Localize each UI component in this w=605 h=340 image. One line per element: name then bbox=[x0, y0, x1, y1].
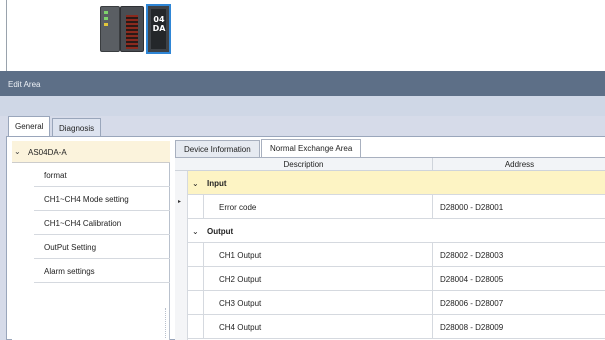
table-row[interactable]: CH3 Output D28006 - D28007 bbox=[188, 291, 605, 315]
edit-area-title: Edit Area bbox=[0, 71, 605, 96]
settings-tree: ⌄ AS04DA-A format CH1~CH4 Mode setting C… bbox=[12, 141, 170, 340]
cell-description: CH3 Output bbox=[203, 291, 433, 315]
cell-description: CH2 Output bbox=[203, 267, 433, 291]
tab-normal-exchange-area[interactable]: Normal Exchange Area bbox=[261, 139, 362, 158]
column-header-address[interactable]: Address bbox=[433, 158, 605, 171]
table-row[interactable]: CH1 Output D28002 - D28003 bbox=[188, 243, 605, 267]
collapse-chevron-icon[interactable]: ⌄ bbox=[192, 227, 199, 236]
status-led-icon bbox=[104, 17, 108, 20]
tree-item-format[interactable]: format bbox=[34, 163, 170, 187]
cell-description: Error code bbox=[203, 195, 433, 219]
table-row[interactable]: CH2 Output D28004 - D28005 bbox=[188, 267, 605, 291]
exchange-area-grid: Description Address ▸ ⌄ Input Error code… bbox=[175, 157, 605, 340]
collapse-chevron-icon[interactable]: ⌄ bbox=[14, 147, 21, 156]
tree-root-label: AS04DA-A bbox=[28, 148, 67, 157]
io-module[interactable] bbox=[120, 6, 144, 52]
cell-address: D28002 - D28003 bbox=[440, 251, 504, 260]
tree-item-output-setting[interactable]: OutPut Setting bbox=[34, 235, 170, 259]
table-row[interactable]: Error code D28000 - D28001 bbox=[188, 195, 605, 219]
cell-address: D28008 - D28009 bbox=[440, 323, 504, 332]
cell-address: D28004 - D28005 bbox=[440, 275, 504, 284]
group-title: Output bbox=[207, 227, 234, 236]
group-title: Input bbox=[207, 179, 227, 188]
selected-module-as04da[interactable]: 04 DA bbox=[146, 4, 171, 54]
tab-diagnosis[interactable]: Diagnosis bbox=[52, 118, 102, 137]
tab-device-information[interactable]: Device Information bbox=[175, 140, 260, 158]
edit-area: Edit Area General Diagnosis ⌄ AS04DA-A f… bbox=[0, 71, 605, 340]
cpu-module[interactable] bbox=[100, 6, 120, 52]
tab-general[interactable]: General bbox=[8, 116, 51, 137]
status-led-icon bbox=[104, 23, 108, 26]
cell-address: D28006 - D28007 bbox=[440, 299, 504, 308]
module-label-line-1: 04 bbox=[153, 15, 165, 24]
general-panel: ⌄ AS04DA-A format CH1~CH4 Mode setting C… bbox=[6, 136, 605, 340]
module-label-line-2: DA bbox=[152, 24, 166, 33]
tree-item-alarm-settings[interactable]: Alarm settings bbox=[34, 259, 170, 283]
hardware-canvas: 04 DA bbox=[0, 0, 605, 71]
status-led-icon bbox=[104, 11, 108, 14]
tree-item-calibration[interactable]: CH1~CH4 Calibration bbox=[34, 211, 170, 235]
canvas-left-panel bbox=[0, 0, 7, 71]
cell-description: CH1 Output bbox=[203, 243, 433, 267]
edit-area-toolbar-strip bbox=[0, 96, 605, 116]
row-header-column bbox=[175, 171, 188, 340]
cell-address: D28000 - D28001 bbox=[440, 203, 504, 212]
group-row-output[interactable]: ⌄ Output bbox=[188, 219, 605, 243]
terminal-block-icon bbox=[126, 15, 138, 49]
cell-description: CH4 Output bbox=[203, 315, 433, 339]
current-row-arrow-icon: ▸ bbox=[178, 199, 182, 205]
group-row-input[interactable]: ⌄ Input bbox=[188, 171, 605, 195]
tree-root-as04da-a[interactable]: ⌄ AS04DA-A bbox=[12, 141, 170, 163]
column-header-description[interactable]: Description bbox=[175, 158, 433, 171]
table-row[interactable]: CH4 Output D28008 - D28009 bbox=[188, 315, 605, 339]
panel-splitter[interactable] bbox=[165, 308, 169, 338]
tree-item-mode-setting[interactable]: CH1~CH4 Mode setting bbox=[34, 187, 170, 211]
collapse-chevron-icon[interactable]: ⌄ bbox=[192, 179, 199, 188]
module-label: 04 DA bbox=[152, 15, 166, 33]
